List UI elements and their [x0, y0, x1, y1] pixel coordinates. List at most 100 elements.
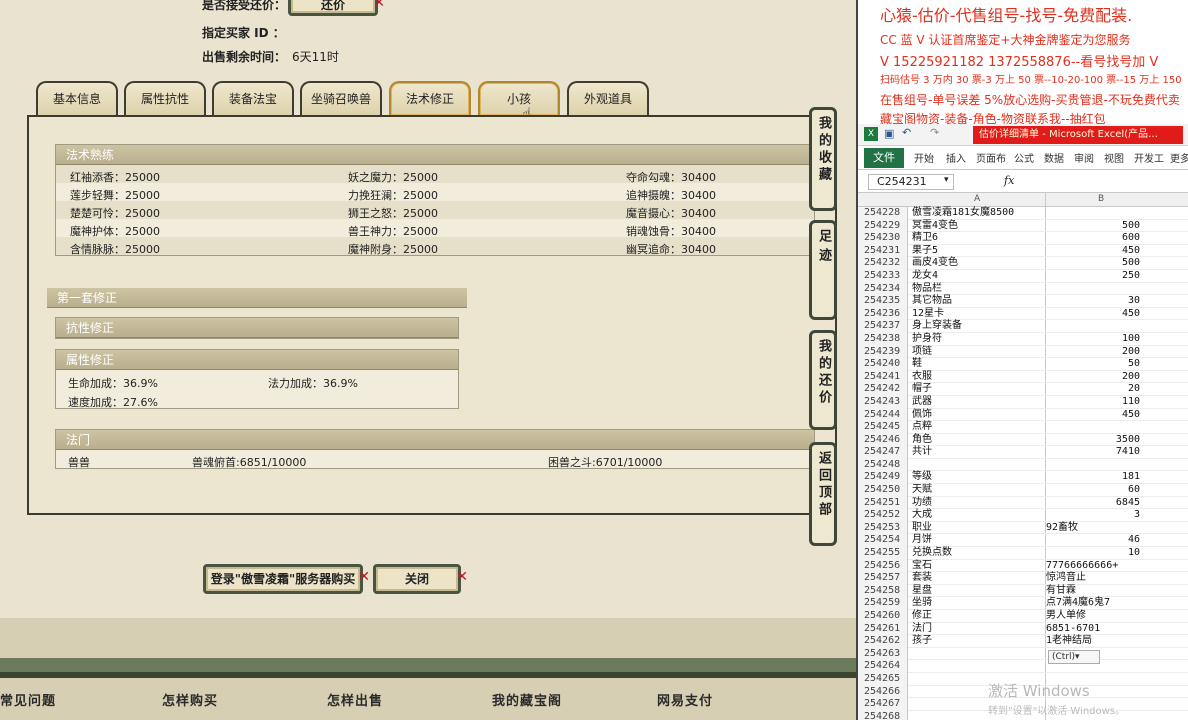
table-row[interactable]: 254255 兑换点数 10: [858, 547, 1188, 560]
row-number[interactable]: 254230: [858, 232, 908, 245]
row-number[interactable]: 254251: [858, 496, 908, 510]
cell-a[interactable]: 佩饰: [912, 409, 1046, 422]
side-tab-back-top[interactable]: 返回顶部: [809, 442, 837, 546]
cell-a[interactable]: 其它物品: [912, 295, 1046, 308]
cell-a[interactable]: 等级: [912, 471, 1046, 484]
table-row[interactable]: 254252 大成 3: [858, 509, 1188, 522]
cell-a[interactable]: 画皮4变色: [912, 257, 1046, 270]
table-row[interactable]: 254237 身上穿装备: [858, 320, 1188, 333]
cell-b[interactable]: 500: [1046, 257, 1140, 270]
cell-b[interactable]: 惊鸿音止: [1046, 572, 1140, 585]
cell-a[interactable]: 身上穿装备: [912, 320, 1046, 333]
sheet-grid[interactable]: 254228 傲雪凌霜181女魔8500 254229 冥雷4变色 500 254230 精…: [858, 207, 1188, 720]
row-number[interactable]: 254233: [858, 269, 908, 283]
row-number[interactable]: 254246: [858, 433, 908, 447]
row-number[interactable]: 254255: [858, 547, 908, 560]
save-icon[interactable]: ▣: [884, 127, 894, 140]
cell-a[interactable]: 武器: [912, 396, 1046, 409]
table-row[interactable]: 254232 画皮4变色 500: [858, 257, 1188, 270]
row-number[interactable]: 254228: [858, 207, 908, 220]
row-number[interactable]: 254229: [858, 219, 908, 233]
fx-icon[interactable]: fx: [1004, 174, 1014, 187]
row-number[interactable]: 254234: [858, 282, 908, 296]
table-row[interactable]: 254236 12星卡 450: [858, 307, 1188, 321]
col-a-header[interactable]: A: [974, 194, 980, 204]
ribbon-tab[interactable]: 页面布: [976, 150, 1006, 165]
table-row[interactable]: 254253 职业 92畜牧: [858, 521, 1188, 535]
ribbon-tab[interactable]: 审阅: [1074, 150, 1094, 165]
row-number[interactable]: 254262: [858, 635, 908, 648]
cell-b[interactable]: 有甘霖: [1046, 585, 1140, 598]
row-number[interactable]: 254250: [858, 484, 908, 497]
file-tab[interactable]: 文件: [864, 148, 904, 168]
cell-b[interactable]: 点7满4魔6鬼7: [1046, 597, 1140, 610]
cell-b[interactable]: 77766666666+: [1046, 560, 1140, 573]
ribbon-tab[interactable]: 公式: [1014, 150, 1034, 165]
table-row[interactable]: 254230 精卫6 600: [858, 232, 1188, 245]
paste-options-tag[interactable]: (Ctrl)▾: [1048, 650, 1100, 664]
cell-a[interactable]: 角色: [912, 434, 1046, 447]
cell-b[interactable]: 3: [1046, 509, 1140, 522]
table-row[interactable]: 254243 武器 110: [858, 395, 1188, 409]
table-row[interactable]: 254261 法门 6851-6701: [858, 622, 1188, 636]
table-row[interactable]: 254238 护身符 100: [858, 332, 1188, 346]
cell-a[interactable]: 孩子: [912, 635, 1046, 648]
cell-a[interactable]: 兑换点数: [912, 547, 1046, 560]
cell-b[interactable]: 450: [1046, 409, 1140, 422]
table-row[interactable]: 254257 套装 惊鸿音止: [858, 572, 1188, 585]
cell-b[interactable]: 600: [1046, 232, 1140, 245]
cell-b[interactable]: 181: [1046, 471, 1140, 484]
cell-b[interactable]: 3500: [1046, 434, 1140, 447]
login-buy-button[interactable]: 登录"傲雪凌霜"服务器购买 ✕: [203, 564, 370, 594]
cell-a[interactable]: 修正: [912, 610, 1046, 623]
table-row[interactable]: 254234 物品栏: [858, 282, 1188, 296]
cell-b[interactable]: 200: [1046, 346, 1140, 359]
table-row[interactable]: 254258 星盘 有甘霖: [858, 584, 1188, 598]
cell-a[interactable]: 果子5: [912, 245, 1046, 258]
row-number[interactable]: 254248: [858, 458, 908, 472]
cell-b[interactable]: 92畜牧: [1046, 522, 1140, 535]
cell-b[interactable]: 450: [1046, 308, 1140, 321]
cell-b[interactable]: 30: [1046, 295, 1140, 308]
cell-a[interactable]: 傲雪凌霜181女魔8500: [912, 207, 1046, 220]
table-row[interactable]: 254239 项链 200: [858, 345, 1188, 359]
table-row[interactable]: 254241 衣服 200: [858, 370, 1188, 384]
row-number[interactable]: 254264: [858, 660, 908, 673]
cell-a[interactable]: 帽子: [912, 383, 1046, 396]
row-number[interactable]: 254239: [858, 345, 908, 359]
row-number[interactable]: 254238: [858, 332, 908, 346]
row-number[interactable]: 254232: [858, 257, 908, 270]
cell-a[interactable]: 坐骑: [912, 597, 1046, 610]
row-number[interactable]: 254259: [858, 597, 908, 610]
row-number[interactable]: 254258: [858, 584, 908, 598]
table-row[interactable]: 254247 共计 7410: [858, 446, 1188, 459]
table-row[interactable]: 254231 果子5 450: [858, 244, 1188, 258]
row-number[interactable]: 254254: [858, 534, 908, 548]
ribbon-tab[interactable]: 开始: [914, 150, 934, 165]
row-number[interactable]: 254241: [858, 370, 908, 384]
table-row[interactable]: 254233 龙女4 250: [858, 269, 1188, 283]
cell-b[interactable]: 6851-6701: [1046, 623, 1140, 636]
cell-b[interactable]: 10: [1046, 547, 1140, 560]
row-number[interactable]: 254256: [858, 559, 908, 573]
table-row[interactable]: 254248: [858, 458, 1188, 472]
row-number[interactable]: 254257: [858, 572, 908, 585]
table-row[interactable]: 254244 佩饰 450: [858, 408, 1188, 422]
table-row[interactable]: 254259 坐骑 点7满4魔6鬼7: [858, 597, 1188, 610]
row-number[interactable]: 254235: [858, 295, 908, 308]
table-row[interactable]: 254256 宝石 77766666666+: [858, 559, 1188, 573]
cell-a[interactable]: 功绩: [912, 497, 1046, 510]
row-number[interactable]: 254236: [858, 307, 908, 321]
cell-a[interactable]: 职业: [912, 522, 1046, 535]
table-row[interactable]: 254254 月饼 46: [858, 534, 1188, 548]
row-number[interactable]: 254252: [858, 509, 908, 522]
footer-link-payment[interactable]: 网易支付: [657, 690, 713, 709]
cell-b[interactable]: 50: [1046, 358, 1140, 371]
cell-a[interactable]: 套装: [912, 572, 1046, 585]
cell-a[interactable]: 冥雷4变色: [912, 220, 1046, 233]
table-row[interactable]: 254229 冥雷4变色 500: [858, 219, 1188, 233]
row-number[interactable]: 254261: [858, 622, 908, 636]
redo-icon[interactable]: ↷: [930, 126, 939, 139]
undo-icon[interactable]: ↶: [902, 126, 911, 139]
cell-a[interactable]: 天赋: [912, 484, 1046, 497]
